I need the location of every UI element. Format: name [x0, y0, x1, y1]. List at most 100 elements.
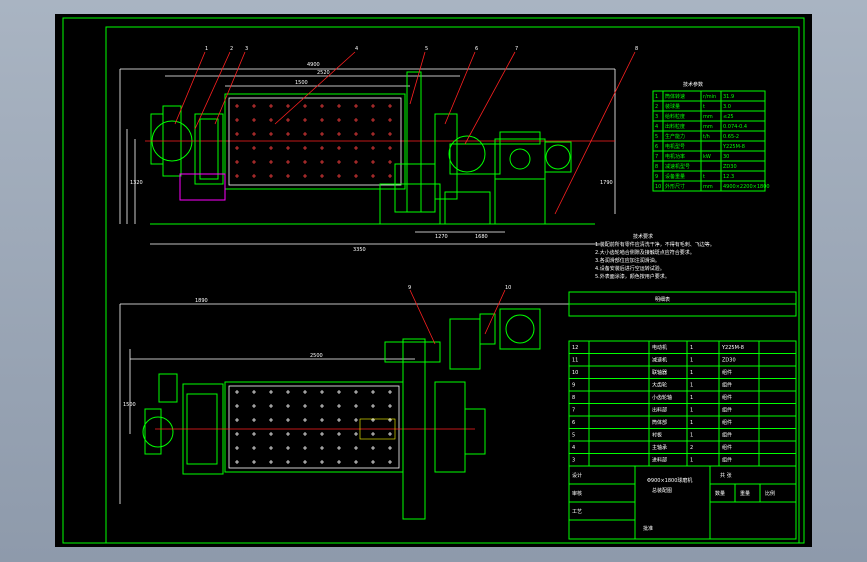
liner-bolt [235, 104, 239, 108]
liner-bolt [371, 446, 375, 450]
front-dim-label: 3350 [353, 247, 366, 253]
liner-bolt [303, 404, 307, 408]
liner-bolt [388, 104, 392, 108]
liner-bolt [286, 104, 290, 108]
spec-table-cell: 8 [655, 164, 658, 170]
spec-table-cell: 3.0 [723, 104, 731, 110]
liner-bolt [371, 432, 375, 436]
spec-table-cell: 3 [655, 114, 658, 120]
label-sheet: 共 张 [720, 472, 732, 479]
liner-bolt [269, 432, 273, 436]
liner-bolt [252, 104, 256, 108]
parts-list-header: 明细表 [655, 296, 670, 303]
spec-table-cell: 6 [655, 144, 658, 150]
liner-bolt [388, 160, 392, 164]
liner-bolt [371, 460, 375, 464]
liner-bolt [303, 118, 307, 122]
spec-table-cell: 1 [655, 94, 658, 100]
front-view: 2520 1500 3350 1270 1680 1320 4900 1790 … [119, 46, 638, 253]
liner-bolt [354, 118, 358, 122]
liner-bolt [320, 118, 324, 122]
liner-bolt [269, 460, 273, 464]
liner-bolt [252, 390, 256, 394]
note-line: 1.装配前所有零件应清洗干净，不得有毛刺、飞边等。 [595, 241, 715, 248]
liner-bolt [286, 160, 290, 164]
liner-bolt [354, 432, 358, 436]
spec-table-cell: t [703, 174, 705, 180]
spec-table-cell: 10 [655, 184, 661, 190]
liner-bolt [388, 118, 392, 122]
spec-table-title: 技术参数 [683, 81, 703, 88]
spec-table-cell: 0.65-2 [723, 134, 739, 140]
liner-bolt [337, 446, 341, 450]
leader-tag: 8 [635, 46, 638, 52]
liner-bolt [354, 446, 358, 450]
spec-table-cell: 出料粒度 [665, 123, 685, 130]
liner-bolt [337, 104, 341, 108]
liner-bolt [235, 446, 239, 450]
parts-list-cell: Y225M-8 [721, 345, 744, 351]
liner-bolt [354, 404, 358, 408]
spec-table-cell: 7 [655, 154, 658, 160]
label-material: 重量 [740, 490, 750, 497]
liner-bolt [371, 418, 375, 422]
note-line: 3.各润滑部位应加注润滑油。 [595, 257, 660, 264]
parts-list-cell: 主轴承 [652, 444, 667, 451]
liner-bolt [235, 432, 239, 436]
spec-table-cell: ≤25 [723, 114, 734, 120]
drawing-subtitle: 总装配图 [652, 487, 672, 494]
liner-bolt [252, 460, 256, 464]
parts-list-cell: 2 [690, 445, 693, 451]
spec-table-cell: t/h [703, 134, 710, 140]
parts-list-cell: 组件 [722, 444, 732, 451]
parts-list-cell: 组件 [722, 419, 732, 426]
drawing-canvas: 2520 1500 3350 1270 1680 1320 4900 1790 … [55, 14, 812, 547]
parts-list-cell: 组件 [722, 407, 732, 414]
leader-tag: 3 [245, 46, 248, 52]
liner-bolt [337, 418, 341, 422]
liner-bolt [303, 160, 307, 164]
liner-bolt [235, 118, 239, 122]
spec-table-cell: 30 [723, 154, 729, 160]
liner-bolt [337, 432, 341, 436]
liner-bolt [286, 118, 290, 122]
parts-list-cell: 组件 [722, 432, 732, 439]
liner-bolt [303, 390, 307, 394]
liner-bolt [371, 174, 375, 178]
liner-bolt [388, 404, 392, 408]
liner-bolt [286, 418, 290, 422]
liner-bolt [269, 132, 273, 136]
liner-bolt [286, 132, 290, 136]
technical-notes: 技术要求 1.装配前所有零件应清洗干净，不得有毛刺、飞边等。 2.大小齿轮啮合侧… [595, 233, 715, 280]
liner-bolt [252, 432, 256, 436]
top-dim-label: 1500 [123, 402, 136, 408]
top-drum-shell [224, 381, 404, 473]
leader-tag: 9 [408, 285, 411, 291]
spec-table-cell: 生产能力 [665, 133, 685, 140]
liner-bolt [354, 174, 358, 178]
liner-bolt [269, 446, 273, 450]
liner-bolt [371, 146, 375, 150]
liner-bolt [388, 174, 392, 178]
liner-bolt [269, 404, 273, 408]
spec-table-cell: mm [703, 114, 713, 120]
liner-bolt [320, 418, 324, 422]
parts-list-cell: 1 [690, 395, 693, 401]
liner-bolt [303, 104, 307, 108]
spec-table-cell: 装球量 [665, 103, 680, 110]
liner-bolt [388, 432, 392, 436]
parts-list-cell: 1 [690, 345, 693, 351]
liner-bolt [303, 418, 307, 422]
top-dim-label: 2500 [310, 353, 323, 359]
liner-bolt [235, 460, 239, 464]
front-dim-label: 4900 [307, 62, 320, 68]
liner-bolt [303, 446, 307, 450]
spec-table-cell: 筒体转速 [665, 93, 685, 100]
spec-table-cell: t [703, 104, 705, 110]
spec-table-cell: 电机型号 [665, 143, 685, 150]
liner-bolt [286, 404, 290, 408]
liner-bolt [337, 460, 341, 464]
liner-bolt [303, 174, 307, 178]
parts-list-cell: 5 [572, 433, 575, 439]
parts-list-cell: 12 [572, 345, 578, 351]
